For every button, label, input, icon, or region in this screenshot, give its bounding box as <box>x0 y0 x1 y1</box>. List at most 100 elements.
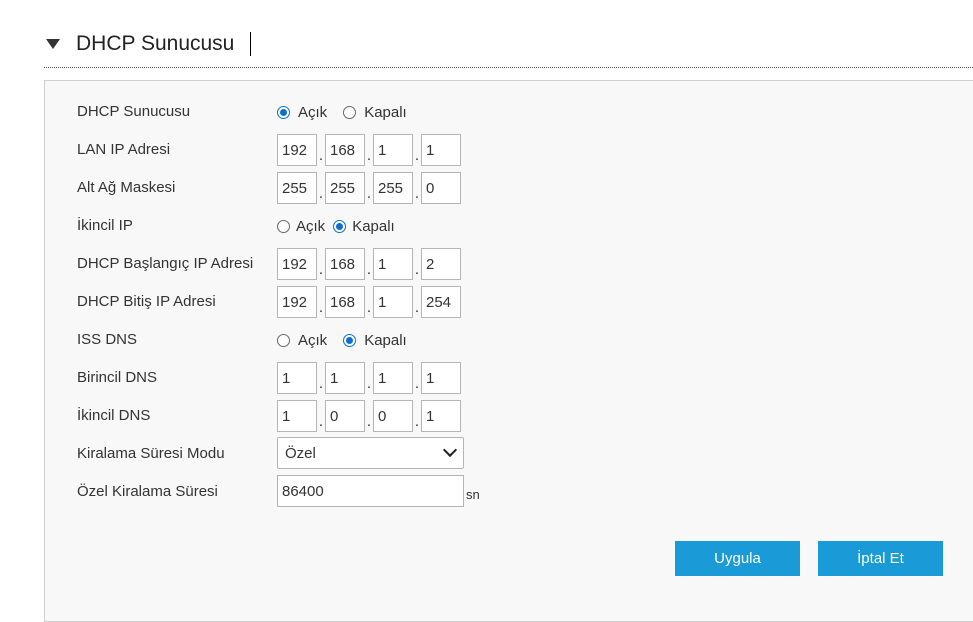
subnet-mask-label: Alt Ağ Maskesi <box>77 179 176 196</box>
subnet-mask-octet-3[interactable] <box>373 172 413 204</box>
secondary-dns-octet-4[interactable] <box>421 400 461 432</box>
dhcp-end-row: DHCP Bitiş IP Adresi . . . <box>45 285 973 319</box>
octet-separator: . <box>366 298 372 316</box>
apply-button[interactable]: Uygula <box>675 541 800 576</box>
header-divider <box>44 67 973 68</box>
lan-ip-octet-4[interactable] <box>421 134 461 166</box>
octet-separator: . <box>318 146 324 164</box>
octet-separator: . <box>318 374 324 392</box>
lease-mode-select[interactable]: Özel <box>277 437 464 469</box>
lan-ip-octet-2[interactable] <box>325 134 365 166</box>
isp-dns-off-label: Kapalı <box>364 331 407 349</box>
octet-separator: . <box>366 412 372 430</box>
isp-dns-radio-group: Açık Kapalı <box>277 323 423 357</box>
dhcp-end-octet-1[interactable] <box>277 286 317 318</box>
secondary-dns-octet-1[interactable] <box>277 400 317 432</box>
dhcp-start-octet-1[interactable] <box>277 248 317 280</box>
isp-dns-label: ISS DNS <box>77 331 138 348</box>
octet-separator: . <box>366 374 372 392</box>
dhcp-settings-panel: DHCP Sunucusu Açık Kapalı LAN IP Adresi … <box>44 80 973 622</box>
secondary-dns-row: İkincil DNS . . . <box>45 399 973 433</box>
dhcp-server-off-option[interactable]: Kapalı <box>343 104 407 121</box>
isp-dns-on-radio[interactable] <box>277 333 290 347</box>
section-header[interactable]: DHCP Sunucusu <box>44 26 973 66</box>
cancel-button[interactable]: İptal Et <box>818 541 943 576</box>
octet-separator: . <box>414 184 420 202</box>
dhcp-end-octet-2[interactable] <box>325 286 365 318</box>
text-cursor <box>250 32 251 56</box>
secondary-ip-off-option[interactable]: Kapalı <box>333 218 395 235</box>
primary-dns-octet-1[interactable] <box>277 362 317 394</box>
lease-time-label: Özel Kiralama Süresi <box>77 483 218 500</box>
secondary-ip-off-label: Kapalı <box>352 217 395 235</box>
lease-time-row: Özel Kiralama Süresi sn <box>45 475 973 509</box>
lease-mode-value: Özel <box>285 445 316 462</box>
octet-separator: . <box>414 260 420 278</box>
dhcp-server-on-option[interactable]: Açık <box>277 104 327 121</box>
primary-dns-label: Birincil DNS <box>77 369 158 386</box>
primary-dns-input-group: . . . <box>277 361 461 395</box>
section-title: DHCP Sunucusu <box>76 32 235 55</box>
secondary-ip-off-radio[interactable] <box>333 219 347 233</box>
isp-dns-off-radio[interactable] <box>343 333 357 347</box>
lease-mode-label: Kiralama Süresi Modu <box>77 445 225 462</box>
octet-separator: . <box>366 146 372 164</box>
collapse-arrow-icon[interactable] <box>46 39 60 49</box>
octet-separator: . <box>318 298 324 316</box>
primary-dns-octet-4[interactable] <box>421 362 461 394</box>
dhcp-server-label: DHCP Sunucusu <box>77 103 191 120</box>
dhcp-end-input-group: . . . <box>277 285 461 319</box>
primary-dns-octet-3[interactable] <box>373 362 413 394</box>
dhcp-end-octet-3[interactable] <box>373 286 413 318</box>
lease-time-unit: sn <box>466 487 480 502</box>
lan-ip-input-group: . . . <box>277 133 461 167</box>
octet-separator: . <box>318 260 324 278</box>
subnet-mask-octet-1[interactable] <box>277 172 317 204</box>
subnet-mask-octet-2[interactable] <box>325 172 365 204</box>
secondary-dns-label: İkincil DNS <box>77 407 151 424</box>
dhcp-start-label: DHCP Başlangıç IP Adresi <box>77 255 254 272</box>
secondary-dns-octet-2[interactable] <box>325 400 365 432</box>
octet-separator: . <box>414 298 420 316</box>
dhcp-server-row: DHCP Sunucusu Açık Kapalı <box>45 95 973 129</box>
lan-ip-row: LAN IP Adresi . . . <box>45 133 973 167</box>
octet-separator: . <box>366 260 372 278</box>
dhcp-end-octet-4[interactable] <box>421 286 461 318</box>
dhcp-start-octet-4[interactable] <box>421 248 461 280</box>
secondary-ip-radio-group: Açık Kapalı <box>277 209 411 243</box>
octet-separator: . <box>366 184 372 202</box>
subnet-mask-octet-4[interactable] <box>421 172 461 204</box>
dhcp-server-off-radio[interactable] <box>343 105 357 119</box>
isp-dns-row: ISS DNS Açık Kapalı <box>45 323 973 357</box>
primary-dns-row: Birincil DNS . . . <box>45 361 973 395</box>
dhcp-server-off-label: Kapalı <box>364 103 407 121</box>
dhcp-start-octet-3[interactable] <box>373 248 413 280</box>
lease-time-input[interactable] <box>277 475 464 507</box>
subnet-mask-row: Alt Ağ Maskesi . . . <box>45 171 973 205</box>
lease-mode-row: Kiralama Süresi Modu Özel <box>45 437 973 471</box>
isp-dns-on-label: Açık <box>298 331 328 349</box>
octet-separator: . <box>318 412 324 430</box>
secondary-ip-on-radio[interactable] <box>277 219 290 233</box>
secondary-ip-on-option[interactable]: Açık <box>277 218 325 235</box>
subnet-mask-input-group: . . . <box>277 171 461 205</box>
isp-dns-on-option[interactable]: Açık <box>277 332 327 349</box>
octet-separator: . <box>414 412 420 430</box>
dhcp-start-input-group: . . . <box>277 247 461 281</box>
secondary-ip-label: İkincil IP <box>77 217 133 234</box>
dhcp-server-on-label: Açık <box>298 103 328 121</box>
octet-separator: . <box>414 146 420 164</box>
octet-separator: . <box>318 184 324 202</box>
lan-ip-octet-1[interactable] <box>277 134 317 166</box>
primary-dns-octet-2[interactable] <box>325 362 365 394</box>
secondary-ip-on-label: Açık <box>296 217 326 235</box>
lan-ip-octet-3[interactable] <box>373 134 413 166</box>
dhcp-start-octet-2[interactable] <box>325 248 365 280</box>
secondary-dns-input-group: . . . <box>277 399 461 433</box>
dhcp-server-radio-group: Açık Kapalı <box>277 95 423 129</box>
secondary-dns-octet-3[interactable] <box>373 400 413 432</box>
dhcp-server-on-radio[interactable] <box>277 105 290 119</box>
chevron-down-icon <box>442 442 458 458</box>
isp-dns-off-option[interactable]: Kapalı <box>343 332 407 349</box>
dhcp-start-row: DHCP Başlangıç IP Adresi . . . <box>45 247 973 281</box>
